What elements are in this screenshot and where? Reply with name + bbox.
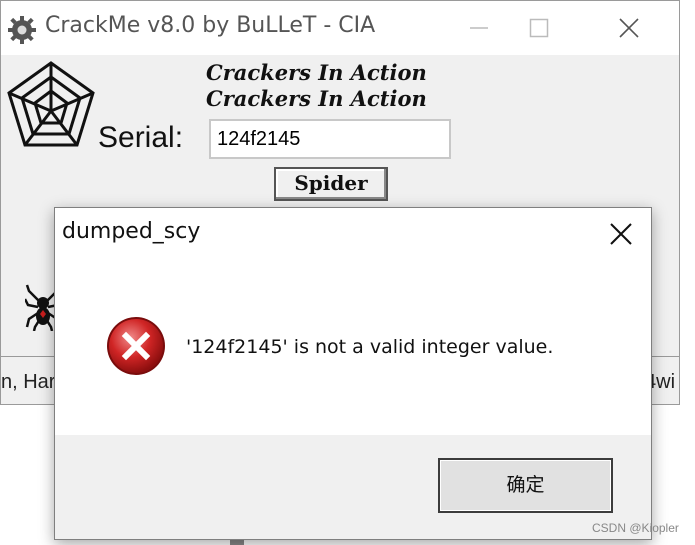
status-text-left: n, Har [1,371,56,393]
spider-web-icon [7,61,95,147]
maximize-icon [529,18,549,38]
watermark: CSDN @Kiopler [592,521,679,535]
dialog-close-button[interactable] [601,216,641,252]
serial-input[interactable] [209,119,451,159]
serial-label: Serial: [98,121,184,154]
close-icon [619,18,639,38]
gear-icon [8,16,36,44]
minimize-icon [470,27,488,29]
ok-button[interactable]: 确定 [438,458,613,513]
dialog-title: dumped_scy [62,219,201,244]
titlebar[interactable]: CrackMe v8.0 by BuLLeT - CIA [1,1,679,55]
banner-text: Crackers In Action Crackers In Action [206,61,466,107]
banner-line-1: Crackers In Action [206,61,427,85]
minimize-button[interactable] [456,1,502,55]
window-title: CrackMe v8.0 by BuLLeT - CIA [45,13,376,38]
close-icon [610,223,632,245]
dialog-footer: 确定 [55,435,651,539]
spider-button[interactable]: Spider [274,167,388,201]
banner-line-2: Crackers In Action [206,86,427,108]
window-close-button[interactable] [606,1,652,55]
dialog-message: '124f2145' is not a valid integer value. [186,336,554,358]
maximize-button[interactable] [516,1,562,55]
error-icon [107,317,165,375]
error-dialog: dumped_scy '124f2145' is not a valid int… [54,207,652,540]
